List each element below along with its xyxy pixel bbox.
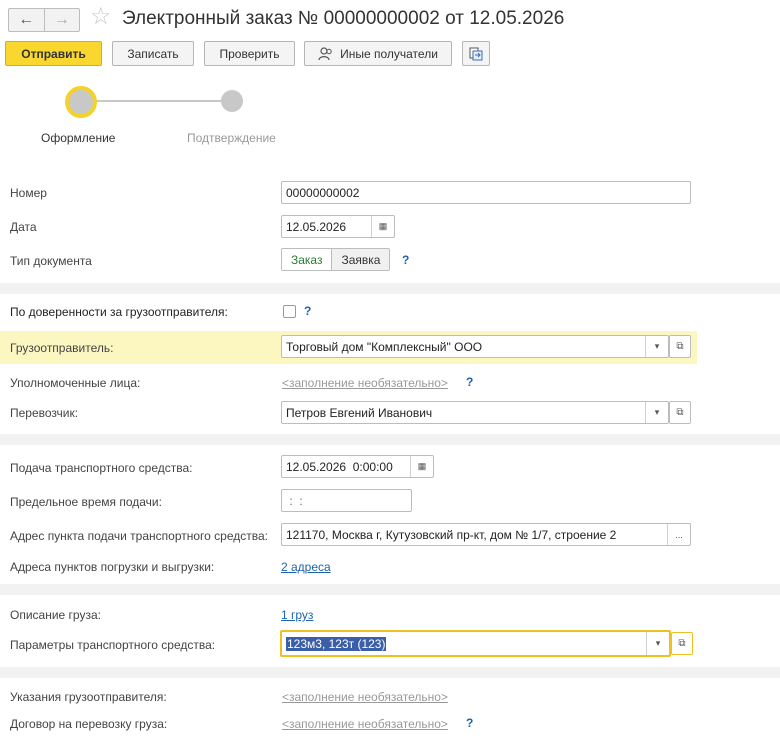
- contract-help-icon[interactable]: ?: [466, 716, 473, 730]
- deadline-label: Предельное время подачи:: [10, 495, 162, 509]
- other-recipients-button[interactable]: Иные получатели: [304, 41, 452, 66]
- address-value: 121170, Москва г, Кутузовский пр-кт, дом…: [286, 527, 617, 542]
- print-button[interactable]: [462, 41, 490, 66]
- vehicle-params-field[interactable]: 123м3, 123т (123) ▾: [280, 630, 671, 657]
- instructions-label: Указания грузоотправителя:: [10, 690, 167, 704]
- date-label: Дата: [10, 220, 37, 234]
- authorized-hint-link[interactable]: <заполнение необязательно>: [282, 376, 448, 390]
- carrier-value: Петров Евгений Иванович: [286, 405, 433, 420]
- doctype-help-icon[interactable]: ?: [402, 253, 409, 267]
- calendar-icon[interactable]: ▦: [371, 216, 394, 237]
- vehicle-params-dropdown-icon[interactable]: ▾: [646, 632, 669, 655]
- section-separator: [0, 283, 780, 294]
- authorized-label: Уполномоченные лица:: [10, 376, 141, 390]
- date-value: 12.05.2026: [286, 219, 347, 234]
- calendar-icon[interactable]: ▦: [410, 456, 433, 477]
- forward-arrow-icon[interactable]: →: [43, 9, 80, 31]
- contract-hint-link[interactable]: <заполнение необязательно>: [282, 717, 448, 731]
- vehicle-params-value: 123м3, 123т (123): [286, 636, 387, 651]
- section-separator: [0, 434, 780, 445]
- save-button[interactable]: Записать: [112, 41, 194, 66]
- number-field[interactable]: 00000000002: [281, 181, 691, 204]
- address-label: Адрес пункта подачи транспортного средст…: [10, 529, 268, 543]
- doctype-order-option[interactable]: Заказ: [282, 249, 332, 270]
- shipper-label: Грузоотправитель:: [10, 341, 114, 355]
- carrier-dropdown-icon[interactable]: ▾: [645, 402, 668, 423]
- doctype-label: Тип документа: [10, 254, 92, 268]
- contract-label: Договор на перевозку груза:: [10, 717, 168, 731]
- cargo-link[interactable]: 1 груз: [281, 608, 313, 622]
- carrier-open-icon[interactable]: ⧉: [669, 401, 691, 424]
- instructions-hint-link[interactable]: <заполнение необязательно>: [282, 690, 448, 704]
- proxy-help-icon[interactable]: ?: [304, 304, 311, 318]
- window-title: Электронный заказ № 00000000002 от 12.05…: [122, 8, 565, 29]
- shipper-open-icon[interactable]: ⧉: [669, 335, 691, 358]
- proxy-label: По доверенности за грузоотправителя:: [10, 305, 228, 319]
- print-icon: [469, 47, 483, 60]
- authorized-help-icon[interactable]: ?: [466, 375, 473, 389]
- step-dot-active: [65, 86, 97, 118]
- step-dot-inactive: [221, 90, 243, 112]
- send-button[interactable]: Отправить: [5, 41, 102, 66]
- back-arrow-icon[interactable]: ←: [9, 9, 44, 31]
- load-points-label: Адреса пунктов погрузки и выгрузки:: [10, 560, 215, 574]
- other-recipients-label: Иные получатели: [340, 46, 438, 61]
- users-icon: [318, 46, 332, 60]
- vehicle-params-open-icon[interactable]: ⧉: [671, 632, 693, 655]
- step-label-registration[interactable]: Оформление: [41, 131, 115, 145]
- favorite-star-icon[interactable]: ☆: [90, 5, 112, 29]
- proxy-checkbox[interactable]: [283, 305, 296, 318]
- number-value: 00000000002: [286, 185, 360, 200]
- check-button[interactable]: Проверить: [204, 41, 295, 66]
- section-separator: [0, 584, 780, 595]
- carrier-field[interactable]: Петров Евгений Иванович ▾: [281, 401, 669, 424]
- cargo-label: Описание груза:: [10, 608, 101, 622]
- doctype-request-option[interactable]: Заявка: [331, 249, 390, 270]
- doctype-switch: Заказ Заявка: [281, 248, 391, 271]
- history-nav: ← →: [8, 8, 80, 32]
- vehicle-params-label: Параметры транспортного средства:: [10, 638, 216, 652]
- load-points-link[interactable]: 2 адреса: [281, 560, 331, 574]
- shipper-dropdown-icon[interactable]: ▾: [645, 336, 668, 357]
- shipper-value: Торговый дом "Комплексный" ООО: [286, 339, 483, 354]
- date-field[interactable]: 12.05.2026 ▦: [281, 215, 395, 238]
- carrier-label: Перевозчик:: [10, 406, 79, 420]
- deadline-value: : :: [286, 493, 303, 508]
- address-field[interactable]: 121170, Москва г, Кутузовский пр-кт, дом…: [281, 523, 691, 546]
- section-separator: [0, 667, 780, 678]
- vehicle-time-field[interactable]: 12.05.2026 0:00:00 ▦: [281, 455, 434, 478]
- number-label: Номер: [10, 186, 47, 200]
- address-select-button[interactable]: ...: [667, 524, 690, 545]
- deadline-field[interactable]: : :: [281, 489, 412, 512]
- step-connector: [81, 100, 231, 102]
- vehicle-time-label: Подача транспортного средства:: [10, 461, 193, 475]
- vehicle-time-value: 12.05.2026 0:00:00: [286, 459, 393, 474]
- step-label-confirmation[interactable]: Подтверждение: [187, 131, 276, 145]
- shipper-field[interactable]: Торговый дом "Комплексный" ООО ▾: [281, 335, 669, 358]
